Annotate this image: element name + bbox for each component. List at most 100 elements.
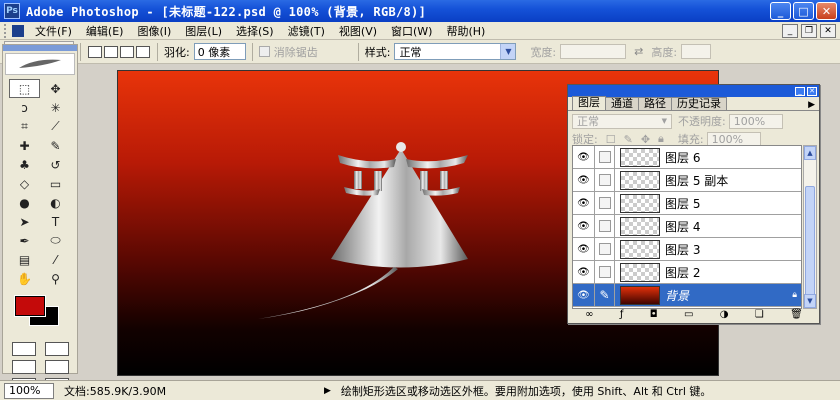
gradient-icon[interactable]: ▭ [40,174,71,193]
layer-row[interactable]: 👁︎ 图层 5 [573,192,801,215]
width-input[interactable] [560,44,627,59]
maximize-button[interactable]: □ [793,2,814,20]
tab-layers[interactable]: 图层 [572,96,606,110]
lock-position-icon[interactable]: ✥ [641,133,650,146]
tab-history[interactable]: 历史记录 [671,97,727,110]
shape-icon[interactable]: ⬭ [40,231,71,250]
lock-all-icon[interactable]: 🔒︎ [658,132,664,146]
history-brush-icon[interactable]: ↺ [40,155,71,174]
standard-mode-button[interactable] [11,342,36,356]
slice-icon[interactable]: ⟋ [40,117,71,136]
visibility-eye-icon[interactable]: 👁︎ [573,261,595,283]
menu-window[interactable]: 窗口(W) [384,23,439,39]
tab-channels[interactable]: 通道 [605,97,639,110]
document-info[interactable]: 文档:585.9K/3.90M [64,383,264,399]
layers-scrollbar[interactable]: ▲ ▼ [803,145,817,309]
standard-screen-mode-button[interactable] [11,360,36,374]
style-select[interactable]: 正常 ▼ [394,43,517,60]
layer-row[interactable]: 👁︎ 图层 6 [573,146,801,169]
feather-logo-icon[interactable] [5,53,75,75]
clone-stamp-icon[interactable]: ♣ [9,155,40,174]
quick-mask-mode-button[interactable] [44,342,69,356]
menu-select[interactable]: 选择(S) [229,23,281,39]
layer-row-background[interactable]: 👁︎ ✎ 背景 🔒︎ [573,284,801,307]
document-icon[interactable] [12,24,24,37]
menu-filter[interactable]: 滤镜(T) [281,23,332,39]
link-layers-icon[interactable]: ∞ [585,309,593,320]
layer-link-cell[interactable] [595,192,615,214]
menu-file[interactable]: 文件(F) [28,23,79,39]
layer-link-cell[interactable] [595,169,615,191]
adjustment-layer-icon[interactable]: ◑ [720,309,729,320]
close-button[interactable]: ✕ [816,2,837,20]
intersect-selection-icon[interactable] [136,45,150,58]
doc-restore-button[interactable]: ❐ [801,24,817,38]
path-selection-icon[interactable]: ➤ [9,212,40,231]
lock-transparency-icon[interactable]: ☐ [606,133,616,146]
lasso-icon[interactable]: ↄ [9,98,40,117]
blend-mode-select[interactable]: 正常 ▼ [572,113,672,129]
new-selection-icon[interactable] [88,45,102,58]
crop-icon[interactable]: ⌗ [9,117,40,136]
status-menu-arrow-icon[interactable]: ▶ [324,386,331,396]
layer-style-icon[interactable]: ƒ [620,309,624,320]
layer-set-icon[interactable]: ▭ [684,309,693,320]
pen-icon[interactable]: ✒ [9,231,40,250]
add-selection-icon[interactable] [104,45,118,58]
photoshop-app-icon[interactable]: Ps [4,3,20,19]
menu-layer[interactable]: 图层(L) [178,23,229,39]
visibility-eye-icon[interactable]: 👁︎ [573,192,595,214]
menu-help[interactable]: 帮助(H) [439,23,492,39]
layer-row[interactable]: 👁︎ 图层 2 [573,261,801,284]
eyedropper-icon[interactable]: ⁄ [40,250,71,269]
palette-menu-icon[interactable]: ▶ [808,100,815,110]
healing-brush-icon[interactable]: ✚ [9,136,40,155]
zoom-icon[interactable]: ⚲ [40,269,71,288]
trash-icon[interactable]: 🗑︎ [790,309,803,320]
menu-image[interactable]: 图像(I) [130,23,178,39]
brush-icon[interactable]: ✎ [595,284,615,306]
tools-palette-header[interactable] [3,45,77,51]
zoom-input[interactable] [4,382,54,399]
opacity-input[interactable]: 100% [728,113,783,129]
foreground-color-swatch[interactable] [14,295,46,317]
layer-link-cell[interactable] [595,146,615,168]
dodge-icon[interactable]: ◐ [40,193,71,212]
swap-dimensions-icon[interactable]: ⇄ [634,45,643,58]
menu-view[interactable]: 视图(V) [332,23,384,39]
layer-mask-icon[interactable]: ◘ [650,309,658,320]
height-input[interactable] [681,44,712,59]
doc-minimize-button[interactable]: _ [782,24,798,38]
layer-row[interactable]: 👁︎ 图层 5 副本 [573,169,801,192]
notes-icon[interactable]: ▤ [9,250,40,269]
palette-minimize-button[interactable]: _ [795,86,805,96]
feather-input[interactable] [193,43,246,60]
visibility-eye-icon[interactable]: 👁︎ [573,146,595,168]
visibility-eye-icon[interactable]: 👁︎ [573,284,595,306]
visibility-eye-icon[interactable]: 👁︎ [573,238,595,260]
doc-close-button[interactable]: ✕ [820,24,836,38]
tab-paths[interactable]: 路径 [638,97,672,110]
lock-image-icon[interactable]: ✎ [624,133,633,146]
layer-link-cell[interactable] [595,215,615,237]
eraser-icon[interactable]: ◇ [9,174,40,193]
antialias-checkbox[interactable] [258,46,270,57]
layer-row[interactable]: 👁︎ 图层 3 [573,238,801,261]
scroll-up-icon[interactable]: ▲ [804,146,816,160]
magic-wand-icon[interactable]: ✳ [40,98,71,117]
scroll-down-icon[interactable]: ▼ [804,294,816,308]
full-screen-mode-button[interactable] [44,360,69,374]
menu-edit[interactable]: 编辑(E) [79,23,131,39]
subtract-selection-icon[interactable] [120,45,134,58]
layer-row[interactable]: 👁︎ 图层 4 [573,215,801,238]
layer-link-cell[interactable] [595,238,615,260]
scroll-thumb[interactable] [805,186,815,296]
type-icon[interactable]: T [40,212,71,231]
brush-icon[interactable]: ✎ [40,136,71,155]
hand-icon[interactable]: ✋ [9,269,40,288]
palette-close-button[interactable]: ✕ [807,86,817,96]
move-icon[interactable]: ✥ [40,79,71,98]
new-layer-icon[interactable]: ❏ [755,309,764,320]
layer-link-cell[interactable] [595,261,615,283]
marquee-icon[interactable]: ⬚ [9,79,40,98]
